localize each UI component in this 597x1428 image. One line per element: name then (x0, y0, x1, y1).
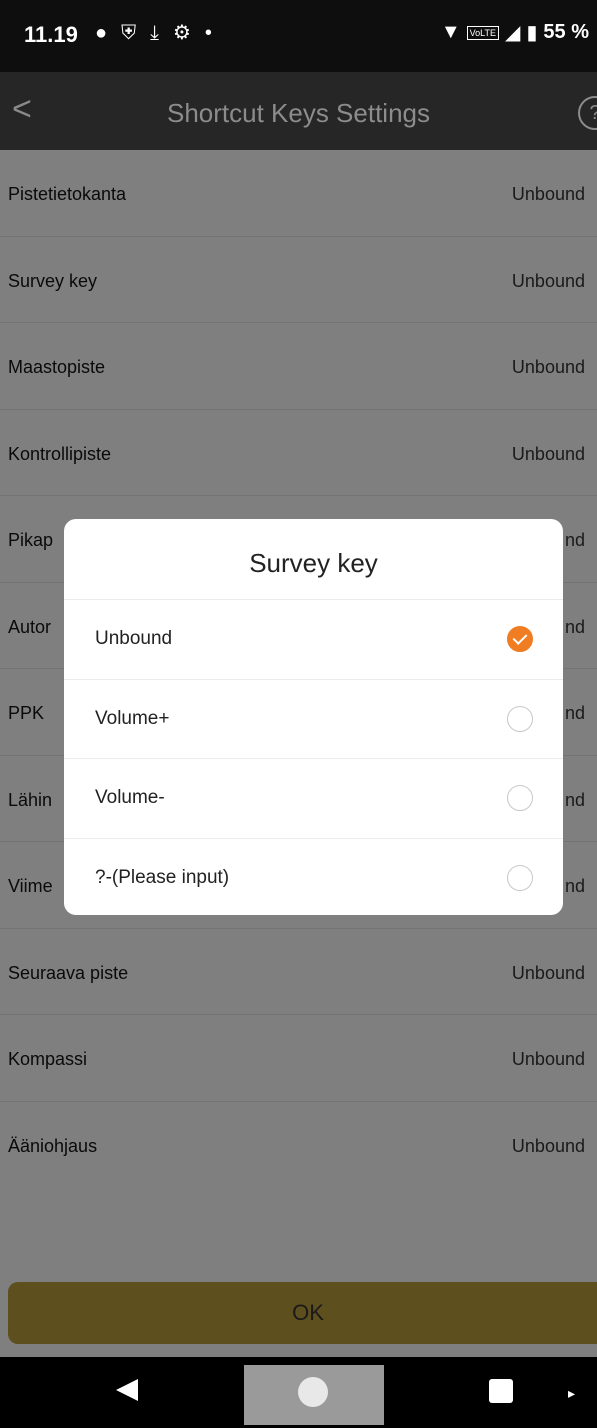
list-item[interactable]: Kompassi Unbound (0, 1015, 597, 1102)
list-item[interactable]: Survey key Unbound (0, 237, 597, 323)
item-name: Pistetietokanta (8, 184, 127, 204)
home-dot (298, 1377, 328, 1407)
system-nav-bar: ▸ (0, 1357, 597, 1428)
item-value: nd (564, 703, 585, 723)
nav-more-icon[interactable]: ▸ (568, 1385, 575, 1402)
item-value: Unbound (511, 357, 585, 377)
dialog-option-unbound[interactable]: Unbound (64, 599, 563, 679)
item-value: nd (564, 530, 585, 550)
dialog-option-custom-input[interactable]: ?-(Please input) (64, 837, 563, 918)
list-item[interactable]: Maastopiste Unbound (0, 323, 597, 410)
option-label: ?-(Please input) (95, 866, 230, 888)
item-name: Survey key (8, 270, 98, 291)
survey-key-dialog: Survey key Unbound Volume+ Volume- ?-(Pl… (64, 519, 563, 915)
radio-unchecked-icon[interactable] (507, 705, 533, 732)
dot-icon: • (204, 22, 226, 44)
item-name: Kompassi (8, 1049, 88, 1069)
item-value: Unbound (511, 1135, 585, 1156)
list-item[interactable]: Ääniohjaus Unbound (0, 1102, 597, 1189)
shield-icon: ⛨ (121, 22, 151, 44)
item-value: nd (564, 789, 585, 810)
item-name: Maastopiste (8, 357, 106, 377)
wifi-icon: ▼ (440, 21, 461, 43)
item-name: Kontrollipiste (8, 443, 112, 464)
ok-button[interactable]: OK (8, 1282, 597, 1344)
page-title: Shortcut Keys Settings (166, 98, 431, 128)
item-name: Autor (8, 616, 52, 637)
signal-icon: ◢ (505, 22, 521, 44)
gear-icon: ⚙ (172, 22, 205, 44)
item-name: Ääniohjaus (8, 1135, 98, 1156)
item-name: Pikap (8, 530, 54, 550)
item-value: Unbound (511, 443, 585, 464)
radio-checked-icon[interactable] (507, 626, 533, 652)
option-label: Volume+ (95, 707, 170, 729)
dialog-option-volume-down[interactable]: Volume- (64, 758, 563, 838)
item-value: Unbound (511, 184, 585, 204)
item-value: nd (564, 876, 585, 896)
item-name: Seuraava piste (8, 962, 129, 983)
chat-icon: ● (95, 22, 122, 44)
nav-home-icon[interactable] (244, 1365, 384, 1425)
item-name: PPK (8, 703, 45, 723)
status-left-icons: ●⛨⤓⚙• (95, 20, 226, 45)
option-label: Volume- (95, 787, 165, 808)
volte-icon: VoLTE (466, 25, 499, 40)
app-header: < Shortcut Keys Settings ? (0, 72, 597, 150)
list-item[interactable]: Seuraava piste Unbound (0, 929, 597, 1015)
list-item[interactable]: Kontrollipiste Unbound (0, 410, 597, 496)
item-name: Viime (8, 876, 53, 896)
download-icon: ⤓ (150, 22, 173, 44)
dialog-title: Survey key (249, 548, 378, 578)
item-value: nd (564, 616, 585, 637)
dialog-option-volume-up[interactable]: Volume+ (64, 678, 563, 759)
status-right-icons: ▼ VoLTE ◢ ▮ 55 % (441, 20, 589, 45)
nav-recents-icon[interactable] (489, 1379, 513, 1403)
status-time: 11.19 (24, 22, 78, 47)
nav-back-icon[interactable] (116, 1379, 138, 1401)
item-value: Unbound (511, 1049, 585, 1069)
item-value: Unbound (511, 270, 585, 291)
battery-icon: ▮ (526, 22, 538, 44)
item-name: Lähin (8, 789, 53, 810)
radio-unchecked-icon[interactable] (507, 864, 533, 891)
item-value: Unbound (511, 962, 585, 983)
battery-percent: 55 % (543, 21, 589, 43)
option-label: Unbound (95, 628, 173, 649)
radio-unchecked-icon[interactable] (507, 785, 533, 811)
list-item[interactable]: Pistetietokanta Unbound (0, 150, 597, 237)
status-bar: 11.19 ●⛨⤓⚙• ▼ VoLTE ◢ ▮ 55 % (0, 0, 597, 72)
